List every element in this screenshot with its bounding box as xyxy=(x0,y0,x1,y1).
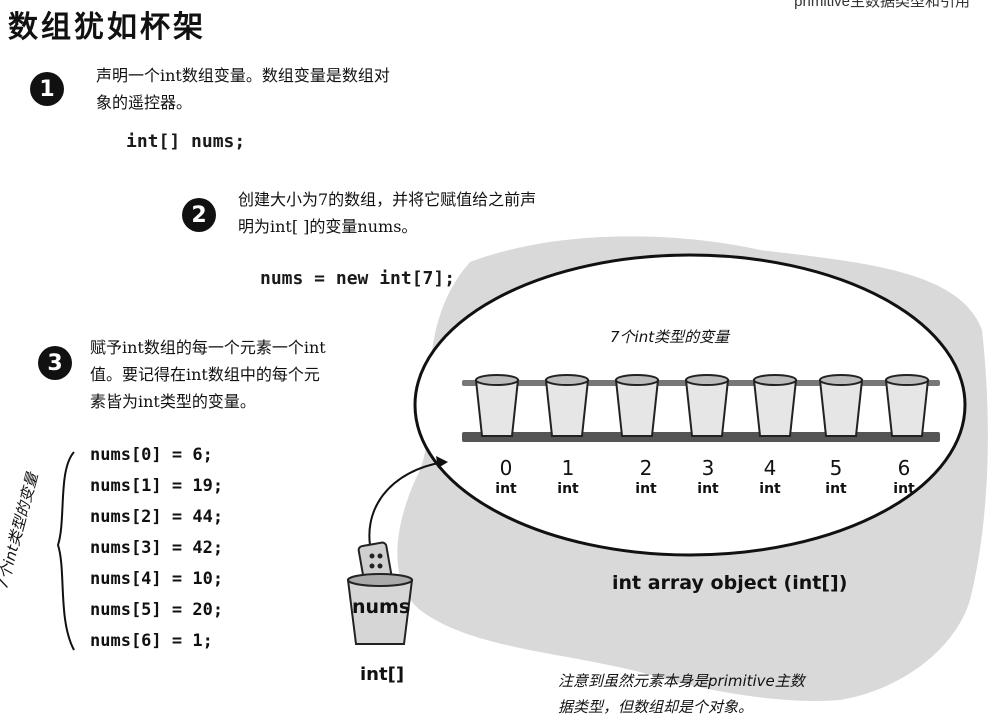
cup-icon xyxy=(684,374,730,437)
cup-icon xyxy=(544,374,590,437)
step-2-code: nums = new int[7]; xyxy=(260,268,456,289)
array-index: 5 xyxy=(829,456,843,480)
array-index: 2 xyxy=(639,456,653,480)
element-type-label: int xyxy=(893,481,915,497)
step-1-badge: 1 xyxy=(30,72,64,106)
element-type-label: int xyxy=(759,481,781,497)
cup-icon xyxy=(884,374,930,437)
reference-name: nums xyxy=(352,596,411,618)
code-line: nums[3] = 42; xyxy=(90,538,224,558)
step-2-badge: 2 xyxy=(182,198,216,232)
bottom-note-line-2: 据类型，但数组却是个对象。 xyxy=(558,698,754,716)
step-3-text-line-1: 赋予int数组的每一个元素一个int xyxy=(90,338,326,357)
element-type-label: int xyxy=(557,481,579,497)
code-line: nums[0] = 6; xyxy=(90,445,213,465)
cup-icon xyxy=(752,374,798,437)
cup-icon xyxy=(818,374,864,437)
element-type-label: int xyxy=(495,481,517,497)
array-index: 6 xyxy=(897,456,911,480)
step-3-badge: 3 xyxy=(38,346,72,380)
element-type-label: int xyxy=(825,481,847,497)
array-index: 3 xyxy=(701,456,715,480)
bracket xyxy=(56,451,75,651)
code-line: nums[1] = 19; xyxy=(90,476,224,496)
cup-row xyxy=(468,372,938,442)
step-3-text-line-2: 值。要记得在int数组中的每个元 xyxy=(90,365,320,384)
array-index: 1 xyxy=(561,456,575,480)
step-1-text-line-2: 象的遥控器。 xyxy=(96,93,193,112)
step-3-text-line-3: 素皆为int类型的变量。 xyxy=(90,392,256,411)
code-line: nums[5] = 20; xyxy=(90,600,224,620)
bottom-note-line-1: 注意到虽然元素本身是primitive主数 xyxy=(558,672,805,690)
step-1-code: int[] nums; xyxy=(126,131,246,152)
element-type-label: int xyxy=(697,481,719,497)
code-line: nums[2] = 44; xyxy=(90,507,224,527)
assignment-code-block: nums[0] = 6; nums[1] = 19; nums[2] = 44;… xyxy=(90,440,223,657)
step-1-text-line-1: 声明一个int数组变量。数组变量是数组对 xyxy=(96,66,390,85)
cup-icon xyxy=(474,374,520,437)
code-line: nums[4] = 10; xyxy=(90,569,224,589)
code-line: nums[6] = 1; xyxy=(90,631,213,651)
array-top-label: 7个int类型的变量 xyxy=(610,328,730,346)
array-index: 0 xyxy=(499,456,513,480)
element-type-label: int xyxy=(635,481,657,497)
reference-cup xyxy=(340,540,420,650)
array-index: 4 xyxy=(763,456,777,480)
cup-icon xyxy=(614,374,660,437)
array-object-label: int array object (int[]) xyxy=(612,572,848,594)
reference-type: int[] xyxy=(360,664,405,685)
step-2-text-line-1: 创建大小为7的数组，并将它赋值给之前声 xyxy=(238,190,537,209)
step-2-text-line-2: 明为int[ ]的变量nums。 xyxy=(238,217,418,236)
